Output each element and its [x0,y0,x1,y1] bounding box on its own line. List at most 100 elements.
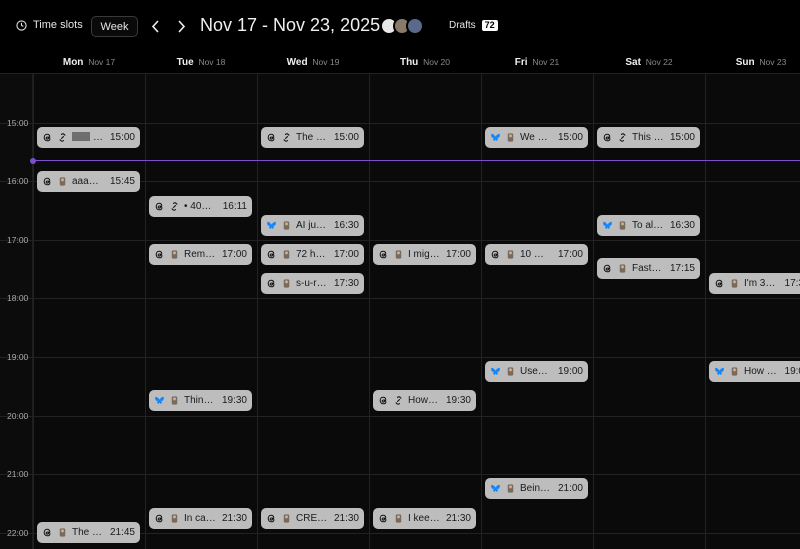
scheduled-post[interactable]: To all in... 16:30 [597,214,700,236]
bluesky-icon [490,366,501,377]
scheduled-post[interactable]: I'm 36. ... 17:3 [709,273,800,295]
post-time: 16:11 [222,200,247,212]
next-week-button[interactable] [173,17,189,35]
post-title-text: Being a... [520,483,552,495]
redacted-block [72,132,90,142]
scheduled-post[interactable]: Being a... 21:00 [485,478,588,500]
day-date: Nov 17 [88,57,116,67]
user-avatar [406,17,424,35]
hour-line [0,357,800,358]
scheduled-post[interactable]: Things i... 19:30 [149,390,252,412]
hour-label: 20:00 [7,410,29,421]
post-title: I might ... [408,249,440,260]
post-time: 17:00 [557,248,583,260]
scheduled-post[interactable]: Used t... 19:00 [485,361,588,382]
post-time: 17:00 [445,248,471,260]
post-time: 15:00 [333,131,359,143]
day-header-fri: Fri Nov 21 [481,57,593,68]
threads-icon [154,513,165,524]
day-name: Wed [286,57,308,68]
threads-icon [42,527,53,538]
day-header-row: Mon Nov 17 Tue Nov 18 Wed Nov 19 Thu Nov 20… [0,54,800,74]
calendar-grid: 14:0015:0016:0017:0018:0019:0020:0021:00… [0,74,800,549]
link-icon [57,132,68,143]
post-time: 19:0 [784,366,800,377]
post-title-text: The wai... [72,527,104,539]
current-time-line [33,160,800,161]
chevron-left-icon [151,19,159,33]
day-date: Nov 19 [312,57,340,67]
scheduled-post[interactable]: How N... 19:30 [373,390,476,412]
avatar-icon [505,132,516,143]
threads-icon [602,132,613,143]
scheduled-post[interactable]: 72 hour... 17:00 [261,243,364,265]
scheduled-post[interactable]: AI just ... 16:30 [261,214,364,236]
post-time: 19:30 [221,395,247,407]
day-header-tue: Tue Nov 18 [145,57,257,68]
link-icon [393,395,404,406]
day-name: Sat [625,57,641,68]
scheduled-post[interactable]: • 40+ pr... 16:11 [149,195,252,217]
bluesky-icon [154,395,165,406]
post-title-text: I keep s... [408,512,440,524]
post-title-text: We hav... [520,131,552,143]
prev-week-button[interactable] [147,17,163,35]
post-time: 19:30 [445,395,471,407]
scheduled-post[interactable]: We hav... 15:00 [485,126,588,148]
scheduled-post[interactable]: In case ... 21:30 [149,507,252,529]
threads-icon [490,249,501,260]
post-title-text: 72 hour... [296,248,328,260]
scheduled-post[interactable]: The bla... 15:00 [261,126,364,148]
day-header-wed: Wed Nov 19 [257,57,369,68]
threads-icon [378,513,389,524]
post-title: Used t... [520,366,552,377]
avatar-icon [505,483,516,494]
scheduled-post[interactable]: Remem... 17:00 [149,243,252,265]
column-divider [33,74,34,549]
hour-label: 19:00 [7,352,29,362]
post-title-text: Used t... [520,366,552,377]
post-time: 21:00 [557,483,583,495]
post-title: We hav... [520,132,552,143]
scheduled-post[interactable]: The wai... 21:45 [37,522,140,544]
post-title: 72 hour... [296,249,328,260]
column-divider [369,74,370,549]
scheduled-post[interactable]: s-u-r-r... 17:30 [261,273,364,295]
scheduled-post[interactable]: aaaaaa... 15:45 [37,170,140,192]
post-time: 21:30 [445,512,471,524]
hour-label: 16:00 [7,176,29,187]
link-icon [617,132,628,143]
account-avatars[interactable] [380,17,426,39]
scheduled-post[interactable]: Fastest ... 17:15 [597,258,700,280]
post-time: 15:00 [669,131,695,143]
scheduled-post[interactable]: CREAT... 21:30 [261,507,364,529]
post-title: I'm 36. ... [744,278,779,289]
post-time: 21:45 [109,527,135,539]
threads-icon [154,201,165,212]
scheduled-post[interactable]: This is ... 15:00 [597,126,700,148]
avatar-icon [169,249,180,260]
week-view-button[interactable]: Week [91,16,138,37]
scheduled-post[interactable]: 10 minu... 17:00 [485,243,588,265]
avatar-icon [393,249,404,260]
column-divider [145,74,146,549]
scheduled-post[interactable]: I keep s... 21:30 [373,507,476,529]
bluesky-icon [714,366,725,377]
drafts-label: Drafts [449,20,476,31]
drafts-button[interactable]: Drafts 72 [449,20,498,31]
day-header-sat: Sat Nov 22 [593,57,705,68]
post-title-text: AI just ... [296,219,328,231]
scheduled-post[interactable]: I might ... 17:00 [373,243,476,265]
post-time: 17:00 [221,248,247,260]
hour-label: 18:00 [7,293,29,304]
column-divider [705,74,706,549]
post-title-text: Things i... [184,395,216,407]
scheduled-post[interactable]: How to ... 19:0 [709,361,800,382]
post-title: SY... [72,132,104,143]
date-range-title: Nov 17 - Nov 23, 2025 [200,15,381,35]
scheduled-post[interactable]: SY... 15:00 [37,126,140,148]
time-slots-button[interactable]: Time slots [16,19,83,31]
hour-line [0,239,800,241]
post-time: 15:45 [109,175,135,187]
post-title-text: To all in... [632,219,664,231]
